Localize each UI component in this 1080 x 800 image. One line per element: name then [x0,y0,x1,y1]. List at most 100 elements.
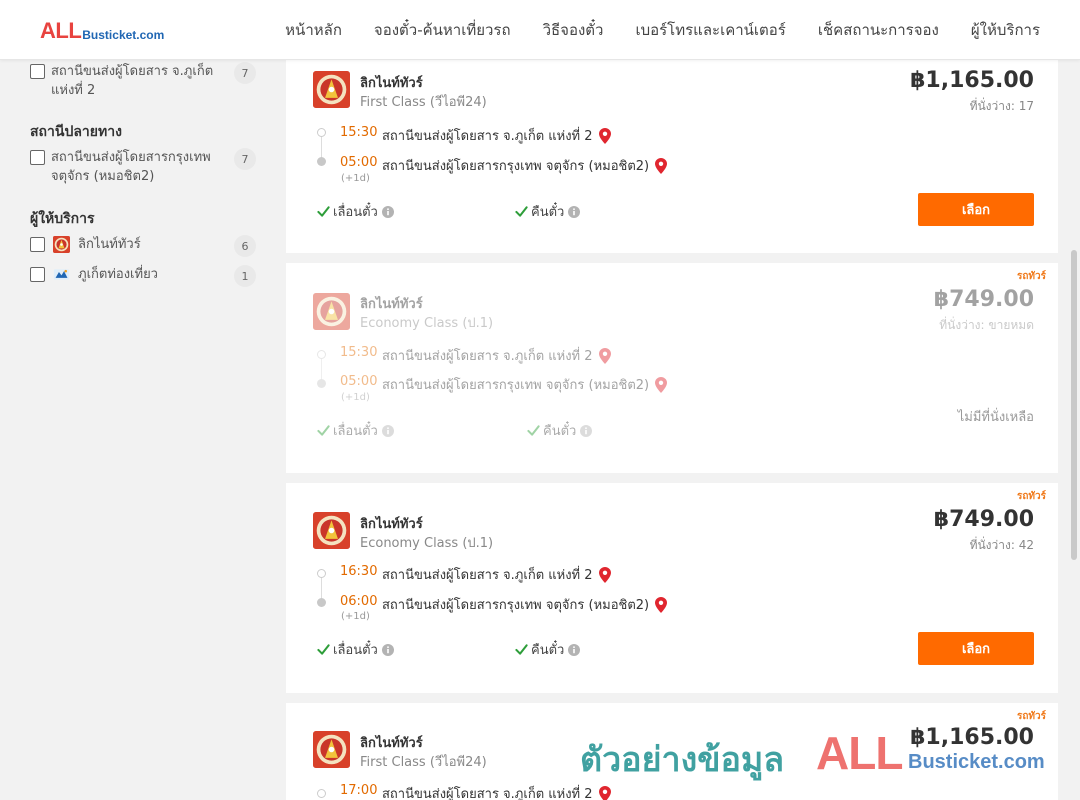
trip-card: ลิกไนท์ทัวร์ First Class (วีไอพี24) ฿1,1… [286,60,1058,253]
filter-checkbox[interactable] [30,237,45,252]
departure-stop: สถานีขนส่งผู้โดยสาร จ.ภูเก็ต แห่งที่ 2 [382,345,611,366]
next-day-note: (+1d) [341,173,370,184]
nav-operators[interactable]: ผู้ให้บริการ [971,18,1040,42]
departure-time: 15:30 [340,345,378,360]
map-pin-icon[interactable] [598,127,611,144]
filter-checkbox[interactable] [30,150,45,165]
filter-operator-item[interactable]: ภูเก็ตท่องเที่ยว 1 [30,265,256,287]
change-ticket-label: เลื่อนตั๋ว [333,643,378,658]
departure-dot [317,789,326,798]
nav-contact-counters[interactable]: เบอร์โทรและเคาน์เตอร์ [635,18,785,42]
filter-count-badge: 7 [234,62,256,84]
departure-dot [317,128,326,137]
filter-sidebar: สถานีขนส่งผู้โดยสาร จ.ภูเก็ต แห่งที่ 2 7… [0,60,270,800]
nav-book-search[interactable]: จองตั๋ว-ค้นหาเที่ยวรถ [374,18,511,42]
filter-count-badge: 1 [234,265,256,287]
filter-checkbox[interactable] [30,267,45,282]
nav-home[interactable]: หน้าหลัก [285,18,342,42]
arrival-time: 05:00 [340,374,378,389]
info-icon[interactable] [568,643,581,656]
map-pin-icon[interactable] [655,596,668,613]
filter-count-badge: 6 [234,235,256,257]
arrival-time: 05:00 [340,155,378,170]
phuket-travel-logo-icon [53,269,70,280]
operator-name: ลิกไนท์ทัวร์ [360,76,423,91]
arrival-stop: สถานีขนส่งผู้โดยสารกรุงเทพ จตุจักร (หมอช… [382,155,668,176]
departure-stop-name: สถานีขนส่งผู้โดยสาร จ.ภูเก็ต แห่งที่ 2 [382,787,593,800]
ticket-price: ฿749.00 [933,507,1034,532]
arrival-stop-name: สถานีขนส่งผู้โดยสารกรุงเทพ จตุจักร (หมอช… [382,598,650,613]
info-icon[interactable] [580,424,593,437]
departure-stop: สถานีขนส่งผู้โดยสาร จ.ภูเก็ต แห่งที่ 2 [382,125,611,146]
departure-time: 15:30 [340,125,378,140]
info-icon[interactable] [381,424,394,437]
filter-count-badge: 7 [234,148,256,170]
top-header: ALL Busticket.com หน้าหลัก จองตั๋ว-ค้นหา… [0,0,1080,60]
map-pin-icon[interactable] [598,347,611,364]
departure-stop: สถานีขนส่งผู้โดยสาร จ.ภูเก็ต แห่งที่ 2 [382,783,611,800]
bus-class: First Class (วีไอพี24) [360,755,487,770]
departure-time: 17:00 [340,783,378,798]
filter-origin-item[interactable]: สถานีขนส่งผู้โดยสาร จ.ภูเก็ต แห่งที่ 2 7 [30,62,256,100]
no-seat-text: ไม่มีที่นั่งเหลือ [957,410,1034,425]
refund-ticket-feature: คืนตั๋ว [527,420,593,441]
bus-type-badge: รถทัวร์ [1016,271,1046,282]
next-day-note: (+1d) [341,392,370,403]
change-ticket-feature: เลื่อนตั๋ว [317,420,394,441]
operator-logo-icon [313,731,350,768]
refund-ticket-feature: คืนตั๋ว [515,201,581,222]
refund-ticket-label: คืนตั๋ว [543,424,577,439]
operator-logo-icon [313,71,350,108]
filter-label: สถานีขนส่งผู้โดยสาร จ.ภูเก็ต แห่งที่ 2 [51,64,214,98]
info-icon[interactable] [381,643,394,656]
map-pin-icon[interactable] [655,157,668,174]
arrival-dot [317,598,326,607]
bus-type-badge: รถทัวร์ [1016,711,1046,722]
arrival-stop-name: สถานีขนส่งผู้โดยสารกรุงเทพ จตุจักร (หมอช… [382,378,650,393]
departure-dot [317,569,326,578]
change-ticket-label: เลื่อนตั๋ว [333,424,378,439]
departure-time: 16:30 [340,564,378,579]
arrival-dot [317,157,326,166]
info-icon[interactable] [381,205,394,218]
filter-checkbox[interactable] [30,64,45,79]
check-icon [515,206,528,217]
bus-class: Economy Class (ป.1) [360,536,494,551]
select-trip-button[interactable]: เลือก [918,193,1034,226]
arrival-time: 06:00 [340,594,378,609]
check-icon [515,644,528,655]
map-pin-icon[interactable] [655,376,668,393]
check-icon [317,644,330,655]
ligna-tour-logo-icon [53,236,70,253]
arrival-stop: สถานีขนส่งผู้โดยสารกรุงเทพ จตุจักร (หมอช… [382,374,668,395]
departure-stop-name: สถานีขนส่งผู้โดยสาร จ.ภูเก็ต แห่งที่ 2 [382,568,593,583]
departure-dot [317,350,326,359]
next-day-note: (+1d) [341,611,370,622]
nav-how-to-book[interactable]: วิธีจองตั๋ว [543,18,604,42]
filter-destination-item[interactable]: สถานีขนส่งผู้โดยสารกรุงเทพ จตุจักร (หมอช… [30,148,256,186]
map-pin-icon[interactable] [598,785,611,800]
operator-heading: ผู้ให้บริการ [30,211,95,227]
filter-label: ลิกไนท์ทัวร์ [78,237,141,252]
site-logo[interactable]: ALL Busticket.com [40,18,164,44]
ticket-price: ฿1,165.00 [910,725,1034,750]
select-trip-button[interactable]: เลือก [918,632,1034,665]
filter-label: ภูเก็ตท่องเที่ยว [78,267,158,282]
operator-name: ลิกไนท์ทัวร์ [360,736,423,751]
scrollbar-thumb[interactable] [1071,250,1077,560]
filter-operator-item[interactable]: ลิกไนท์ทัวร์ 6 [30,235,256,257]
bus-class: First Class (วีไอพี24) [360,95,487,110]
refund-ticket-label: คืนตั๋ว [531,205,565,220]
logo-main-text: ALL [40,18,82,43]
operator-logo-icon [313,512,350,549]
change-ticket-label: เลื่อนตั๋ว [333,205,378,220]
page-scrollbar[interactable] [1068,60,1080,800]
seats-available: ที่นั่งว่าง: 17 [969,99,1034,113]
nav-check-booking[interactable]: เช็คสถานะการจอง [818,18,939,42]
info-icon[interactable] [568,205,581,218]
map-pin-icon[interactable] [598,566,611,583]
seats-available: ที่นั่งว่าง: 42 [969,538,1034,552]
check-icon [317,425,330,436]
arrival-stop: สถานีขนส่งผู้โดยสารกรุงเทพ จตุจักร (หมอช… [382,594,668,615]
seats-available: ที่นั่งว่าง: ขายหมด [939,318,1034,332]
